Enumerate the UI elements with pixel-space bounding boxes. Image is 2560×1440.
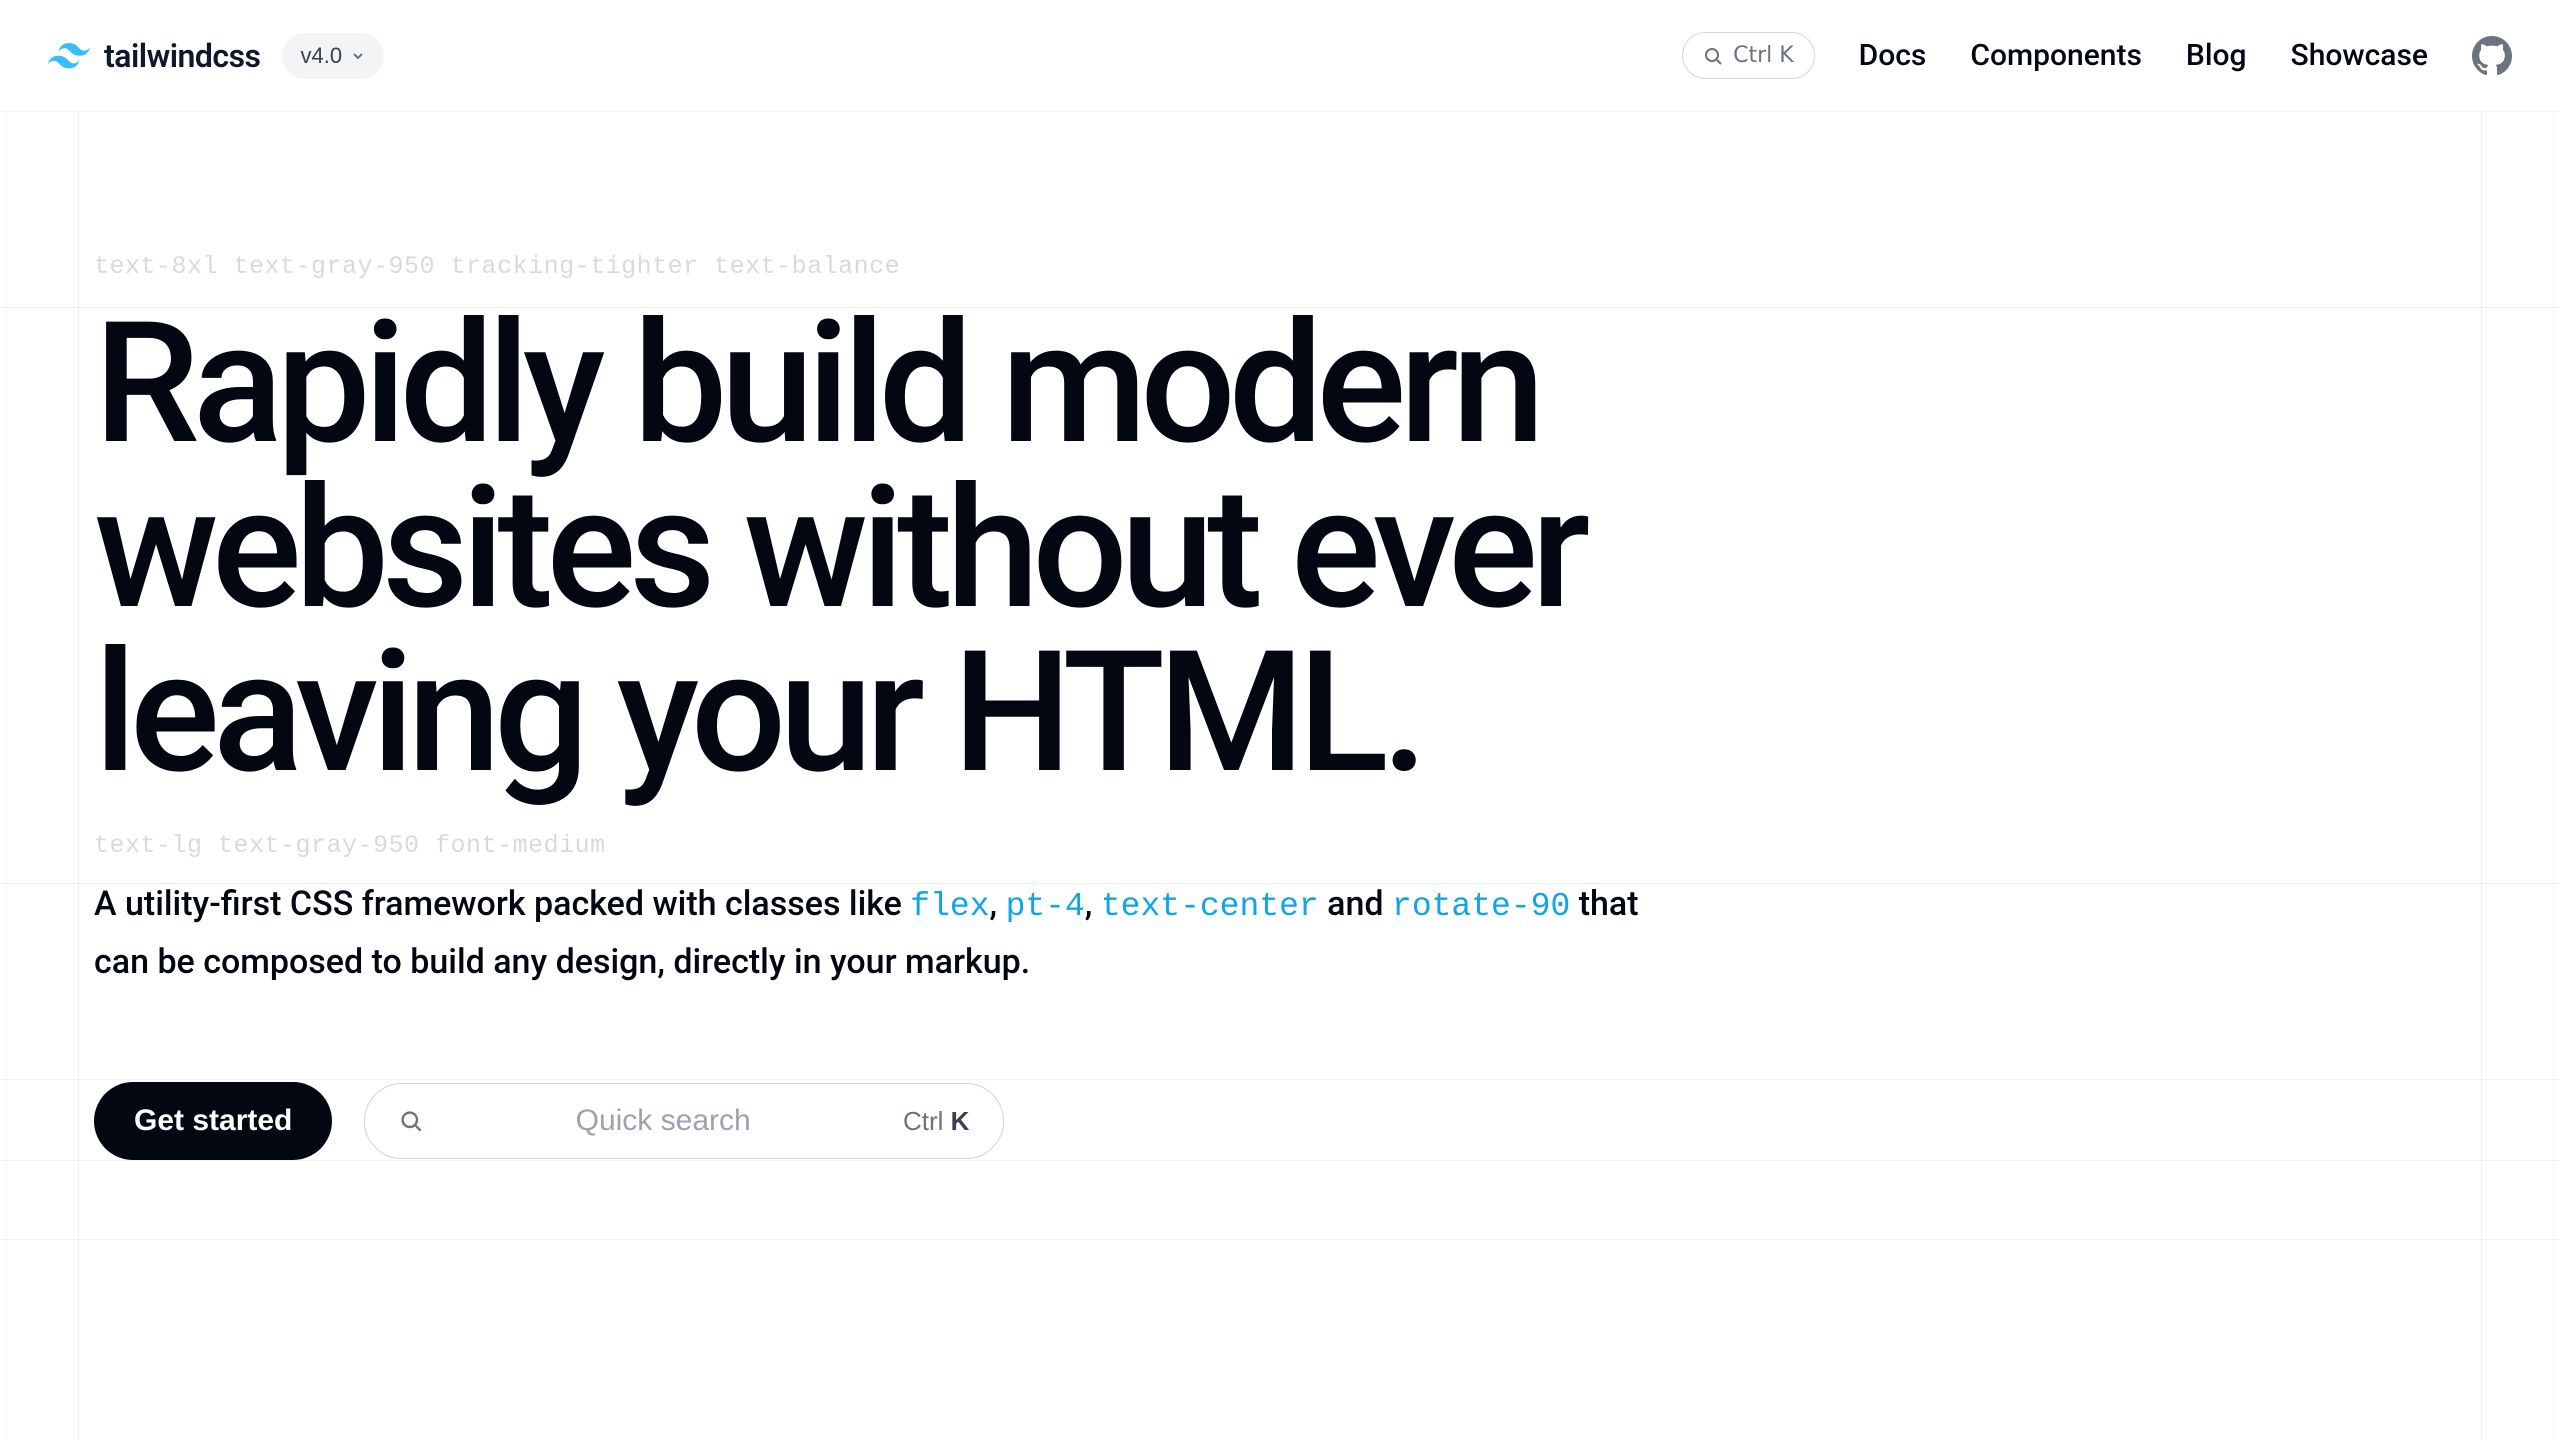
search-icon bbox=[1703, 46, 1723, 66]
version-selector[interactable]: v4.0 bbox=[282, 33, 384, 79]
code-token-rotate90: rotate-90 bbox=[1392, 888, 1570, 925]
nav-docs[interactable]: Docs bbox=[1859, 38, 1927, 73]
header-search-kbd: Ctrl K bbox=[1733, 43, 1794, 68]
desc-text: and bbox=[1319, 884, 1392, 924]
grid-line bbox=[0, 1239, 2560, 1240]
hero-description: A utility-first CSS framework packed wit… bbox=[94, 876, 1674, 991]
brand-name: tailwindcss bbox=[104, 37, 260, 75]
header-right: Ctrl K Docs Components Blog Showcase bbox=[1682, 32, 2512, 79]
quick-search-placeholder: Quick search bbox=[441, 1104, 885, 1138]
nav-blog[interactable]: Blog bbox=[2186, 38, 2247, 73]
header-search-button[interactable]: Ctrl K bbox=[1682, 32, 1815, 79]
site-header: tailwindcss v4.0 Ctrl K Docs Components … bbox=[0, 0, 2560, 112]
quick-search-kbd: Ctrl K bbox=[903, 1106, 969, 1137]
code-token-flex: flex bbox=[910, 888, 989, 925]
primary-nav: Docs Components Blog Showcase bbox=[1859, 38, 2428, 73]
cta-row: Get started Quick search Ctrl K bbox=[94, 1082, 2560, 1160]
hero-title: Rapidly build modern websites without ev… bbox=[94, 303, 1794, 797]
nav-showcase[interactable]: Showcase bbox=[2291, 38, 2428, 73]
title-class-annotation: text-8xl text-gray-950 tracking-tighter … bbox=[94, 252, 2560, 281]
code-token-textcenter: text-center bbox=[1101, 888, 1319, 925]
desc-class-annotation: text-lg text-gray-950 font-medium bbox=[94, 831, 2560, 860]
brand-logo[interactable]: tailwindcss bbox=[48, 37, 260, 75]
desc-text: , bbox=[1085, 884, 1101, 924]
search-icon bbox=[399, 1109, 423, 1133]
desc-text: A utility-first CSS framework packed wit… bbox=[94, 884, 910, 924]
github-icon bbox=[2472, 36, 2512, 76]
desc-text: , bbox=[990, 884, 1006, 924]
code-token-pt4: pt-4 bbox=[1006, 888, 1085, 925]
tailwind-logo-icon bbox=[48, 43, 90, 69]
nav-components[interactable]: Components bbox=[1970, 38, 2142, 73]
github-link[interactable] bbox=[2472, 36, 2512, 76]
quick-search-button[interactable]: Quick search Ctrl K bbox=[364, 1083, 1004, 1159]
header-left: tailwindcss v4.0 bbox=[48, 33, 384, 79]
get-started-button[interactable]: Get started bbox=[94, 1082, 332, 1160]
version-label: v4.0 bbox=[300, 43, 342, 69]
chevron-down-icon bbox=[350, 48, 366, 64]
hero-section: text-8xl text-gray-950 tracking-tighter … bbox=[0, 112, 2560, 1160]
